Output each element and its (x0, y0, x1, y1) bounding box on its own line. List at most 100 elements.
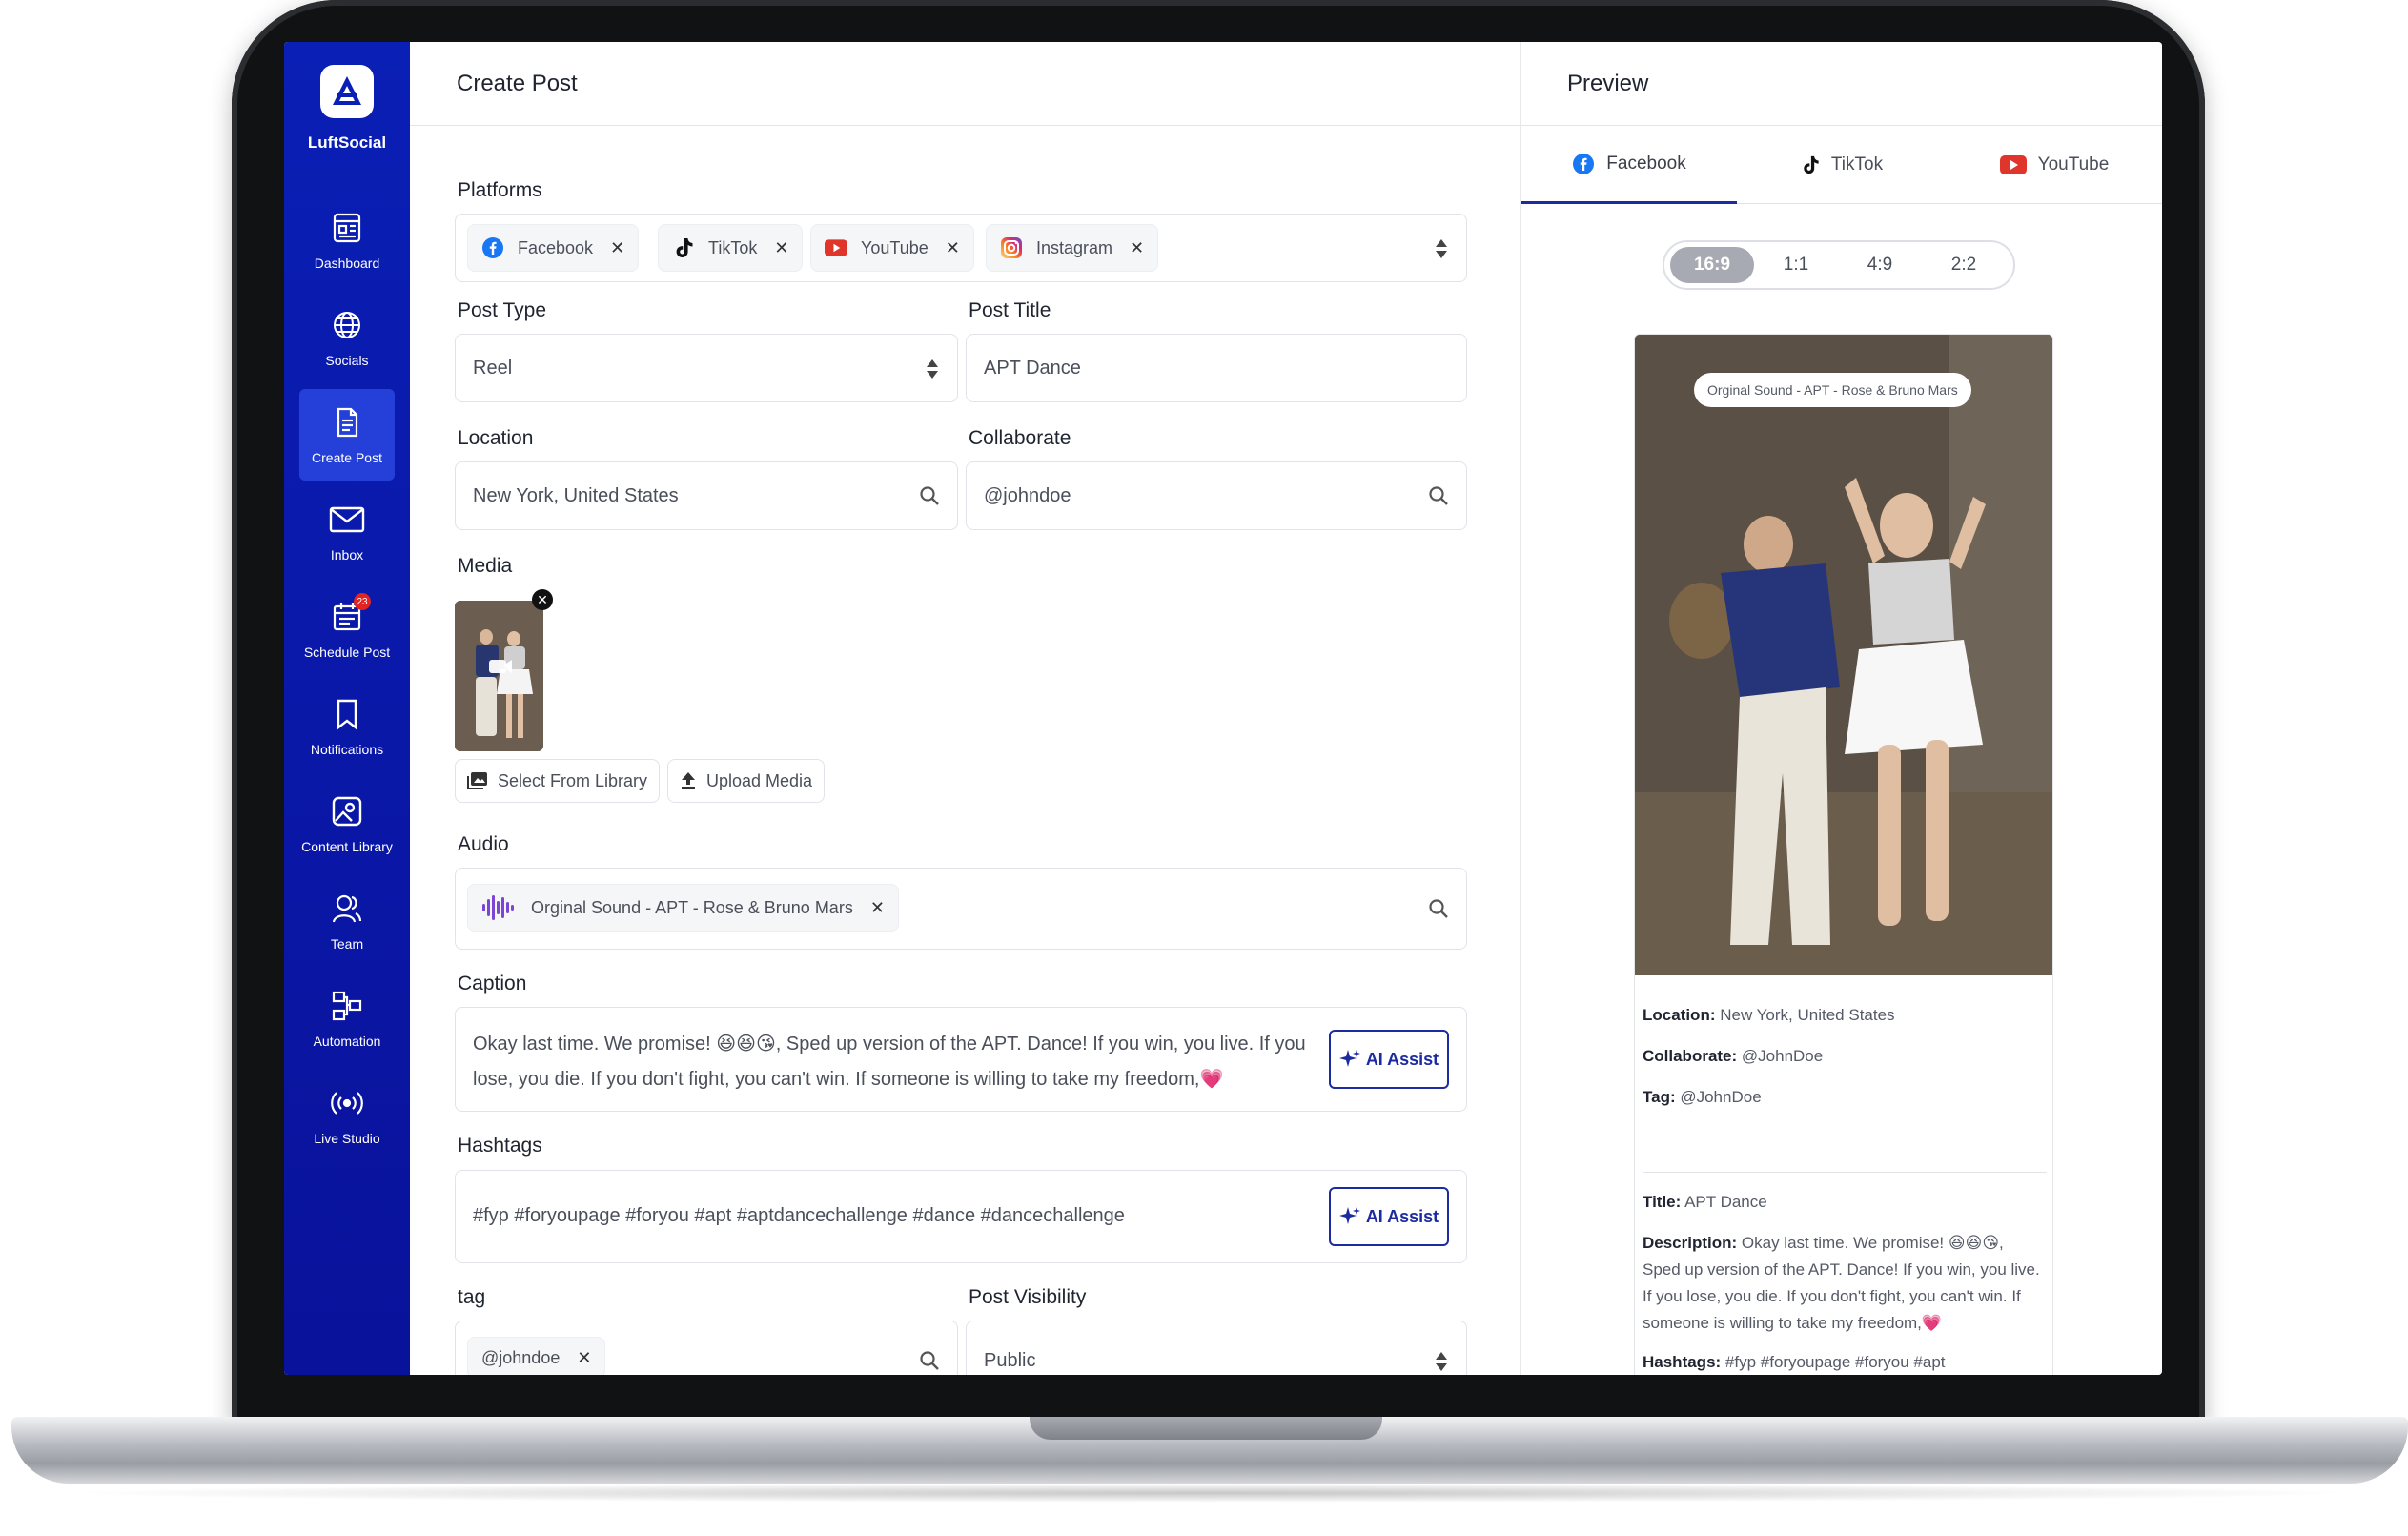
facebook-icon (481, 236, 504, 259)
sidebar-item-create-post[interactable]: Create Post (299, 389, 395, 481)
caption-label: Caption (458, 973, 527, 994)
remove-chip-icon[interactable]: ✕ (610, 238, 624, 258)
tag-input[interactable]: @johndoe ✕ (455, 1321, 958, 1375)
remove-chip-icon[interactable]: ✕ (1130, 238, 1144, 258)
app-logo[interactable] (320, 65, 374, 118)
remove-chip-icon[interactable]: ✕ (946, 238, 960, 258)
platform-chip-label: Facebook (518, 237, 594, 257)
platforms-select[interactable]: Facebook ✕ TikTok ✕ YouTube ✕ Instagram … (455, 214, 1467, 282)
collaborate-label: Collaborate (969, 427, 1071, 449)
preview-title-meta: Title: APT Dance (1643, 1189, 2043, 1216)
globe-icon (329, 307, 365, 343)
create-post-form: Create Post Platforms Facebook ✕ TikTok … (410, 42, 1520, 1375)
tab-facebook[interactable]: Facebook (1521, 126, 1737, 204)
sidebar-item-live-studio[interactable]: Live Studio (299, 1070, 395, 1161)
updown-icon (1436, 239, 1447, 258)
meta-label: Location: (1643, 1006, 1716, 1024)
remove-chip-icon[interactable]: ✕ (870, 898, 885, 918)
upload-media-button[interactable]: Upload Media (667, 759, 826, 803)
audio-chip-label: Orginal Sound - APT - Rose & Bruno Mars (531, 897, 853, 917)
remove-media-icon[interactable]: ✕ (532, 589, 553, 610)
audio-chip: Orginal Sound - APT - Rose & Bruno Mars … (467, 884, 899, 932)
sidebar-item-label: Create Post (312, 450, 382, 465)
sidebar-item-notifications[interactable]: Notifications (299, 681, 395, 772)
meta-label: Hashtags: (1643, 1353, 1722, 1371)
sidebar-item-label: Notifications (310, 742, 384, 757)
bookmark-icon (329, 696, 365, 732)
post-type-select[interactable]: Reel (455, 334, 958, 402)
search-icon[interactable] (919, 485, 940, 506)
audio-input[interactable]: Orginal Sound - APT - Rose & Bruno Mars … (455, 868, 1467, 950)
sidebar-item-label: Content Library (301, 839, 393, 854)
sidebar-item-inbox[interactable]: Inbox (299, 486, 395, 578)
remove-chip-icon[interactable]: ✕ (774, 238, 788, 258)
ratio-2-2[interactable]: 2:2 (1922, 247, 2006, 283)
meta-value: @JohnDoe (1737, 1047, 1824, 1065)
ratio-4-9[interactable]: 4:9 (1838, 247, 1922, 283)
sidebar-item-schedule-post[interactable]: 23 Schedule Post (299, 584, 395, 675)
laptop-shadow (57, 1484, 2364, 1503)
location-value: New York, United States (473, 485, 679, 506)
sidebar-item-label: Socials (325, 353, 369, 368)
preview-tag: Tag: @JohnDoe (1643, 1084, 2043, 1111)
image-icon (329, 793, 365, 829)
post-visibility-value: Public (984, 1350, 1036, 1371)
main-header: Create Post (410, 42, 1520, 126)
sidebar-item-socials[interactable]: Socials (299, 292, 395, 383)
hashtags-input[interactable]: #fyp #foryoupage #foryou #apt #aptdancec… (455, 1170, 1467, 1263)
post-title-input[interactable]: APT Dance (966, 334, 1467, 402)
meta-value: APT Dance (1681, 1193, 1767, 1211)
dancers-image (1635, 335, 2052, 975)
sidebar-item-content-library[interactable]: Content Library (299, 778, 395, 870)
youtube-icon (825, 236, 847, 259)
post-preview-card: Orginal Sound - APT - Rose & Bruno Mars … (1634, 334, 2053, 1375)
preview-title: Preview (1567, 71, 1649, 96)
platform-chip-label: TikTok (708, 237, 758, 257)
sidebar-item-label: Dashboard (314, 256, 380, 271)
video-preview[interactable]: Orginal Sound - APT - Rose & Bruno Mars (1635, 335, 2052, 975)
automation-icon (329, 988, 365, 1024)
ratio-1-1[interactable]: 1:1 (1754, 247, 1838, 283)
meta-label: Title: (1643, 1193, 1682, 1211)
sidebar-item-dashboard[interactable]: Dashboard (299, 195, 395, 286)
location-label: Location (458, 427, 534, 449)
meta-value: @JohnDoe (1675, 1088, 1762, 1106)
search-icon[interactable] (1428, 485, 1449, 506)
collaborate-input[interactable]: @johndoe (966, 461, 1467, 530)
notification-badge: 23 (354, 593, 371, 610)
sidebar-item-label: Live Studio (314, 1131, 380, 1146)
platforms-label: Platforms (458, 179, 542, 201)
updown-icon (1436, 1352, 1447, 1371)
search-icon[interactable] (919, 1350, 940, 1371)
platform-chip-tiktok: TikTok ✕ (658, 224, 804, 272)
post-title-value: APT Dance (984, 358, 1081, 379)
post-visibility-label: Post Visibility (969, 1286, 1087, 1308)
caption-ai-assist-button[interactable]: AI Assist (1329, 1030, 1449, 1089)
sparkle-icon (1338, 1207, 1360, 1224)
tab-tiktok[interactable]: TikTok (1737, 126, 1947, 204)
caption-textarea[interactable]: Okay last time. We promise! 😆😆😘, Sped up… (455, 1007, 1467, 1112)
youtube-icon (1999, 155, 2027, 174)
hashtags-ai-assist-button[interactable]: AI Assist (1329, 1187, 1449, 1246)
calendar-icon: 23 (329, 593, 371, 635)
tab-youtube[interactable]: YouTube (1947, 126, 2162, 204)
sound-wave-icon (481, 895, 518, 920)
dashboard-icon (329, 210, 365, 246)
remove-chip-icon[interactable]: ✕ (577, 1348, 591, 1368)
post-type-value: Reel (473, 358, 513, 379)
caption-value: Okay last time. We promise! 😆😆😘, Sped up… (473, 1034, 1306, 1090)
sidebar-item-team[interactable]: Team (299, 875, 395, 967)
tiktok-icon (672, 236, 695, 259)
search-icon[interactable] (1428, 898, 1449, 919)
platform-chip-label: YouTube (861, 237, 929, 257)
media-thumbnail[interactable] (455, 601, 543, 751)
select-from-library-button[interactable]: Select From Library (455, 759, 661, 803)
mail-icon (329, 502, 365, 538)
post-title-label: Post Title (969, 299, 1051, 321)
ratio-16-9[interactable]: 16:9 (1670, 247, 1754, 283)
post-visibility-select[interactable]: Public (966, 1321, 1467, 1375)
tab-label: Facebook (1606, 153, 1686, 174)
screen: LuftSocial Dashboard Socials Create Post… (284, 42, 2162, 1375)
sidebar-item-automation[interactable]: Automation (299, 973, 395, 1064)
location-input[interactable]: New York, United States (455, 461, 958, 530)
